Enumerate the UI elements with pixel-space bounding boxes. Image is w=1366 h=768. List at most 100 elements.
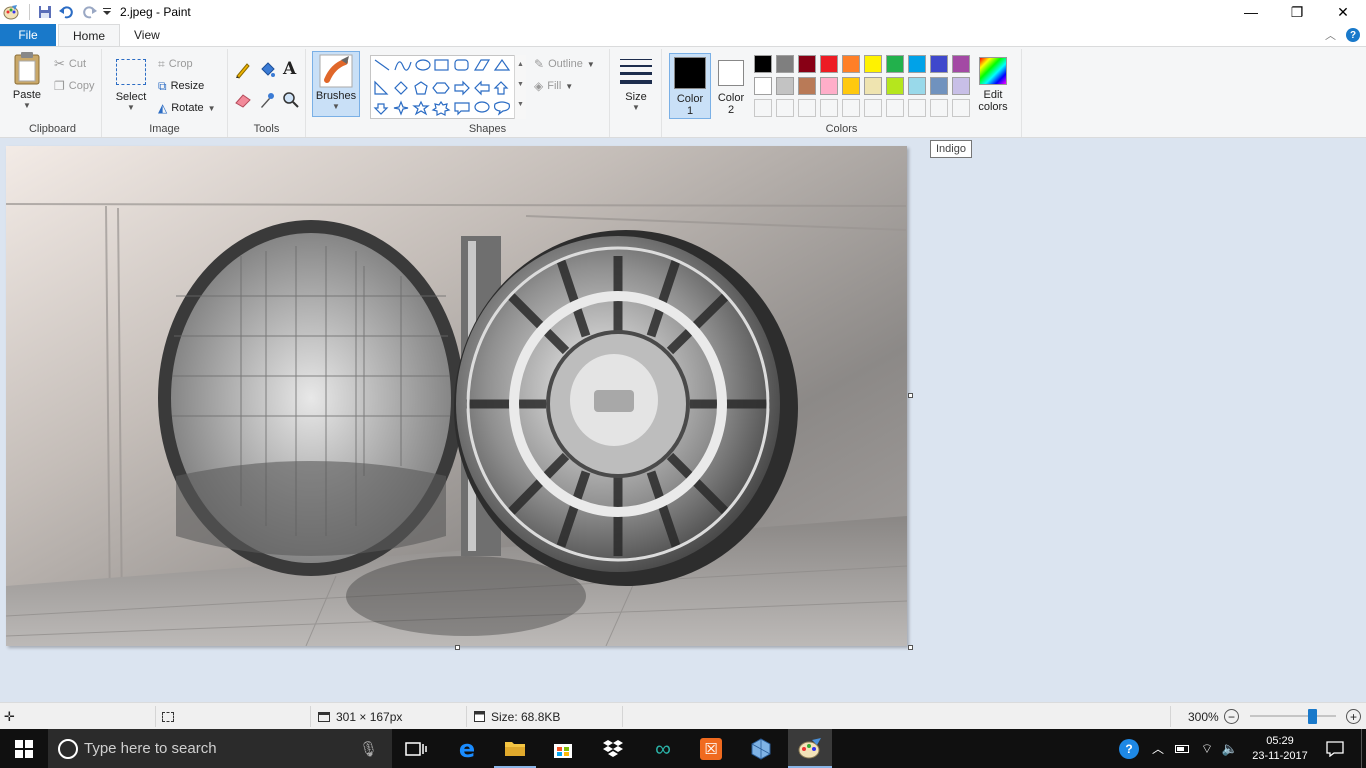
image-canvas[interactable] bbox=[6, 146, 907, 646]
palette-swatch[interactable] bbox=[820, 99, 838, 117]
palette-swatch[interactable] bbox=[798, 77, 816, 95]
palette-swatch[interactable] bbox=[908, 77, 926, 95]
palette-swatch[interactable] bbox=[842, 77, 860, 95]
palette-swatch[interactable] bbox=[952, 99, 970, 117]
show-hidden-icons-chevron-icon[interactable]: ︿ bbox=[1148, 729, 1168, 768]
palette-swatch[interactable] bbox=[908, 55, 926, 73]
show-desktop-button[interactable] bbox=[1361, 729, 1366, 768]
resize-handle-right[interactable] bbox=[908, 393, 913, 398]
zoom-slider-thumb[interactable] bbox=[1308, 709, 1317, 724]
maximize-button[interactable]: ❐ bbox=[1274, 0, 1320, 24]
virtualbox-icon[interactable] bbox=[740, 729, 782, 768]
palette-swatch[interactable] bbox=[820, 77, 838, 95]
palette-swatch[interactable] bbox=[842, 99, 860, 117]
tab-home[interactable]: Home bbox=[58, 24, 121, 46]
start-button[interactable] bbox=[0, 729, 48, 768]
rotate-icon: ◭ bbox=[158, 101, 168, 115]
palette-swatch[interactable] bbox=[930, 77, 948, 95]
color-picker-icon[interactable] bbox=[258, 91, 278, 111]
magnifier-icon[interactable] bbox=[282, 91, 302, 111]
eraser-icon[interactable] bbox=[234, 91, 254, 111]
paste-button[interactable]: Paste ▼ bbox=[10, 51, 44, 110]
palette-swatch[interactable] bbox=[952, 77, 970, 95]
crop-button[interactable]: ⌗ Crop bbox=[158, 54, 193, 74]
crop-label: Crop bbox=[168, 58, 193, 70]
palette-swatch[interactable] bbox=[930, 99, 948, 117]
redo-icon[interactable] bbox=[78, 1, 100, 23]
palette-swatch[interactable] bbox=[798, 99, 816, 117]
palette-swatch[interactable] bbox=[776, 99, 794, 117]
fill-button[interactable]: ◈ Fill ▼ bbox=[534, 76, 573, 96]
file-explorer-icon[interactable] bbox=[494, 729, 536, 768]
minimize-ribbon-chevron-icon[interactable]: ︿ bbox=[1325, 27, 1336, 43]
select-button[interactable]: Select ▼ bbox=[112, 51, 150, 112]
task-view-icon[interactable] bbox=[396, 729, 436, 768]
palette-swatch[interactable] bbox=[864, 77, 882, 95]
palette-swatch[interactable] bbox=[886, 77, 904, 95]
rotate-button[interactable]: ◭ Rotate ▼ bbox=[158, 98, 216, 118]
fill-bucket-icon[interactable] bbox=[258, 61, 278, 81]
help-tray-icon[interactable]: ? bbox=[1116, 729, 1142, 768]
resize-button[interactable]: ⧉ Resize bbox=[158, 76, 204, 96]
brushes-button[interactable]: Brushes ▼ bbox=[312, 51, 360, 117]
search-box[interactable]: Type here to search 🎙 bbox=[48, 729, 392, 768]
color-tooltip: Indigo bbox=[930, 140, 972, 158]
palette-swatch[interactable] bbox=[930, 55, 948, 73]
customize-qat-chevron-icon[interactable] bbox=[100, 1, 114, 23]
size-button[interactable]: Size ▼ bbox=[618, 51, 654, 112]
wifi-icon[interactable]: ⌔ bbox=[1196, 729, 1218, 768]
palette-swatch[interactable] bbox=[754, 77, 772, 95]
store-icon[interactable] bbox=[542, 729, 584, 768]
microphone-icon[interactable]: 🎙 bbox=[359, 740, 378, 758]
xampp-icon[interactable]: ☒ bbox=[690, 729, 732, 768]
tab-view[interactable]: View bbox=[120, 24, 174, 46]
copy-button[interactable]: ❐ Copy bbox=[54, 76, 94, 96]
zoom-out-button[interactable]: − bbox=[1224, 703, 1239, 730]
pencil-icon[interactable] bbox=[234, 61, 254, 81]
resize-handle-corner[interactable] bbox=[908, 645, 913, 650]
outline-button[interactable]: ✎ Outline ▼ bbox=[534, 54, 595, 74]
palette-swatch[interactable] bbox=[820, 55, 838, 73]
palette-swatch[interactable] bbox=[776, 77, 794, 95]
palette-swatch[interactable] bbox=[776, 55, 794, 73]
color1-button[interactable]: Color 1 bbox=[669, 53, 711, 119]
palette-swatch[interactable] bbox=[908, 99, 926, 117]
palette-swatch[interactable] bbox=[842, 55, 860, 73]
help-icon[interactable]: ? bbox=[1346, 28, 1360, 42]
resize-icon: ⧉ bbox=[158, 78, 167, 93]
palette-swatch[interactable] bbox=[864, 99, 882, 117]
edge-browser-icon[interactable]: e bbox=[446, 729, 488, 768]
palette-swatch[interactable] bbox=[754, 99, 772, 117]
action-center-icon[interactable] bbox=[1320, 729, 1350, 768]
save-icon[interactable] bbox=[34, 1, 56, 23]
paint-taskbar-icon[interactable] bbox=[788, 729, 832, 768]
shapes-scrollbar[interactable]: ▲ ▼ ▼ bbox=[514, 55, 526, 119]
close-button[interactable]: ✕ bbox=[1320, 0, 1366, 24]
color2-button[interactable]: Color 2 bbox=[713, 53, 749, 119]
zoom-in-button[interactable]: + bbox=[1346, 703, 1361, 730]
palette-swatch[interactable] bbox=[754, 55, 772, 73]
paint-app-icon[interactable] bbox=[0, 1, 22, 23]
arduino-infinity-icon[interactable]: ∞ bbox=[642, 729, 684, 768]
battery-icon[interactable] bbox=[1172, 729, 1192, 768]
text-tool-icon[interactable]: A bbox=[283, 59, 296, 79]
palette-swatch[interactable] bbox=[798, 55, 816, 73]
undo-icon[interactable] bbox=[56, 1, 78, 23]
color-palette bbox=[754, 55, 974, 121]
minimize-button[interactable]: — bbox=[1228, 0, 1274, 24]
palette-swatch[interactable] bbox=[952, 55, 970, 73]
color2-swatch bbox=[718, 60, 744, 86]
dropbox-icon[interactable] bbox=[592, 729, 634, 768]
palette-swatch[interactable] bbox=[864, 55, 882, 73]
palette-swatch[interactable] bbox=[886, 55, 904, 73]
zoom-slider[interactable] bbox=[1250, 709, 1336, 724]
edit-colors-button[interactable]: Edit colors bbox=[974, 53, 1012, 113]
qat-divider bbox=[26, 4, 30, 20]
cut-button[interactable]: ✂ Cut bbox=[54, 54, 86, 74]
fill-label: Fill bbox=[547, 80, 562, 92]
resize-handle-bottom[interactable] bbox=[455, 645, 460, 650]
volume-icon[interactable]: 🔈 bbox=[1220, 729, 1240, 768]
clock[interactable]: 05:29 23-11-2017 bbox=[1244, 729, 1316, 768]
tab-file[interactable]: File bbox=[0, 24, 56, 46]
palette-swatch[interactable] bbox=[886, 99, 904, 117]
